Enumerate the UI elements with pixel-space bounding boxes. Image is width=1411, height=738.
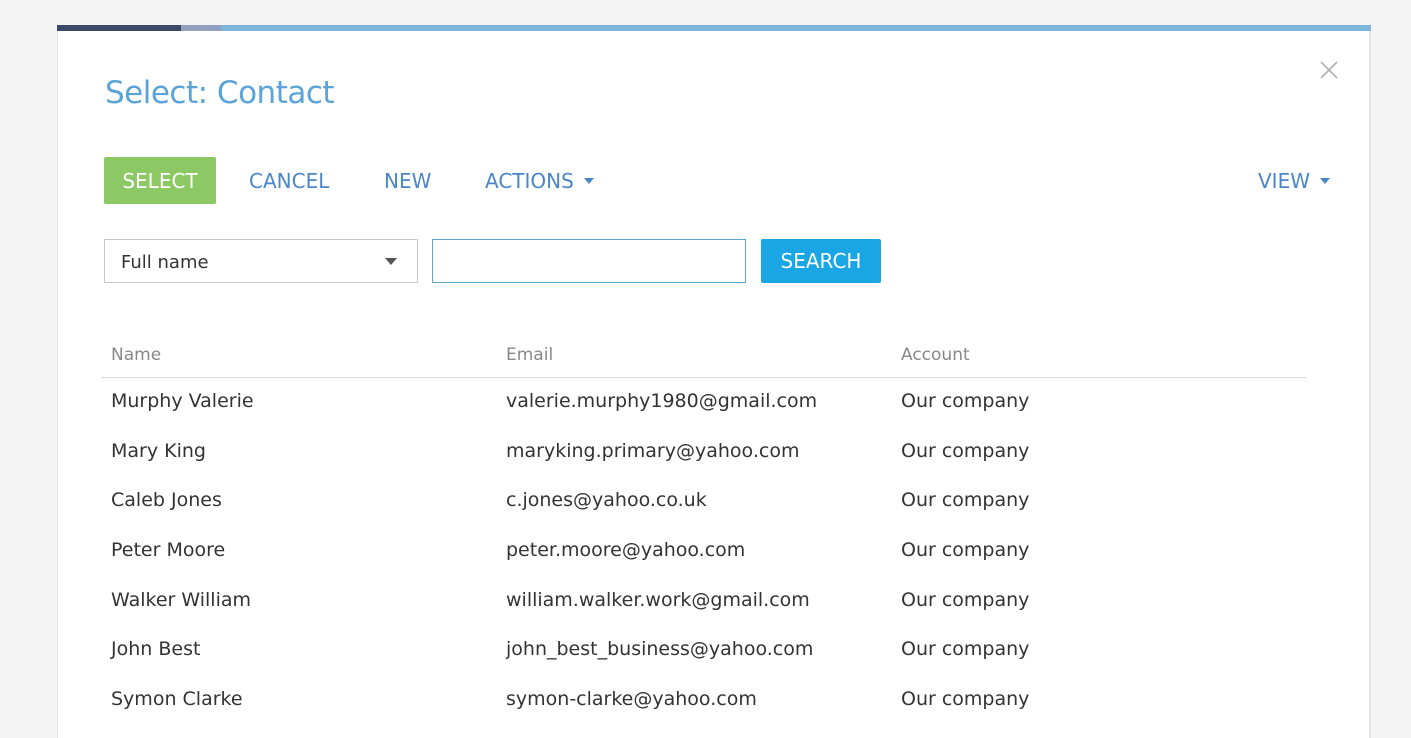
row-email: john_best_business@yahoo.com [506, 638, 814, 661]
modal-scrollbar[interactable] [1369, 31, 1370, 738]
grid-header: Name Email Account [101, 331, 1306, 378]
view-menu-label: VIEW [1258, 168, 1310, 193]
contacts-grid: Name Email Account Murphy Valerie valeri… [101, 331, 1306, 726]
column-header-email[interactable]: Email [506, 345, 553, 365]
row-name: Mary King [111, 439, 206, 462]
table-row[interactable]: Caleb Jones c.jones@yahoo.co.uk Our comp… [101, 477, 1306, 527]
table-row[interactable]: Peter Moore peter.moore@yahoo.com Our co… [101, 527, 1306, 577]
filter-field-value: Full name [121, 252, 209, 273]
row-account: Our company [901, 539, 1030, 562]
new-button[interactable]: NEW [384, 157, 431, 204]
row-email: maryking.primary@yahoo.com [506, 439, 800, 462]
search-button[interactable]: SEARCH [761, 239, 881, 283]
row-name: Symon Clarke [111, 688, 243, 711]
table-row[interactable]: Mary King maryking.primary@yahoo.com Our… [101, 428, 1306, 478]
row-name: Walker William [111, 588, 251, 611]
actions-menu-button[interactable]: ACTIONS [485, 157, 594, 204]
table-row[interactable]: Murphy Valerie valerie.murphy1980@gmail.… [101, 378, 1306, 428]
close-button[interactable] [1318, 59, 1340, 81]
filter-row: Full name SEARCH [104, 239, 904, 285]
column-header-name[interactable]: Name [111, 345, 161, 365]
cancel-button[interactable]: CANCEL [249, 157, 329, 204]
table-row[interactable]: Symon Clarke symon-clarke@yahoo.com Our … [101, 676, 1306, 726]
select-contact-modal: Select: Contact SELECT CANCEL NEW ACTION… [57, 31, 1371, 738]
view-menu-button[interactable]: VIEW [1258, 157, 1330, 204]
column-header-account[interactable]: Account [901, 345, 970, 365]
chevron-down-icon [1320, 177, 1330, 184]
row-email: symon-clarke@yahoo.com [506, 688, 757, 711]
row-account: Our company [901, 688, 1030, 711]
row-name: Murphy Valerie [111, 390, 254, 412]
chevron-down-icon [583, 177, 594, 184]
table-row[interactable]: Walker William william.walker.work@gmail… [101, 577, 1306, 627]
chevron-down-icon [385, 258, 397, 265]
row-name: Peter Moore [111, 539, 226, 562]
row-email: peter.moore@yahoo.com [506, 539, 746, 562]
row-account: Our company [901, 588, 1030, 611]
row-email: c.jones@yahoo.co.uk [506, 489, 707, 512]
row-account: Our company [901, 638, 1030, 661]
search-input[interactable] [432, 239, 746, 283]
row-email: william.walker.work@gmail.com [506, 588, 810, 611]
toolbar: SELECT CANCEL NEW ACTIONS VIEW [104, 157, 1334, 205]
row-name: John Best [111, 638, 201, 661]
row-account: Our company [901, 489, 1030, 512]
actions-menu-label: ACTIONS [485, 168, 574, 193]
row-email: valerie.murphy1980@gmail.com [506, 390, 818, 412]
row-account: Our company [901, 439, 1030, 462]
row-name: Caleb Jones [111, 489, 222, 512]
filter-field-select[interactable]: Full name [104, 239, 418, 283]
close-icon [1320, 61, 1338, 79]
row-account: Our company [901, 390, 1030, 412]
select-button[interactable]: SELECT [104, 157, 216, 204]
modal-title: Select: Contact [105, 75, 335, 111]
table-row[interactable]: John Best john_best_business@yahoo.com O… [101, 626, 1306, 676]
